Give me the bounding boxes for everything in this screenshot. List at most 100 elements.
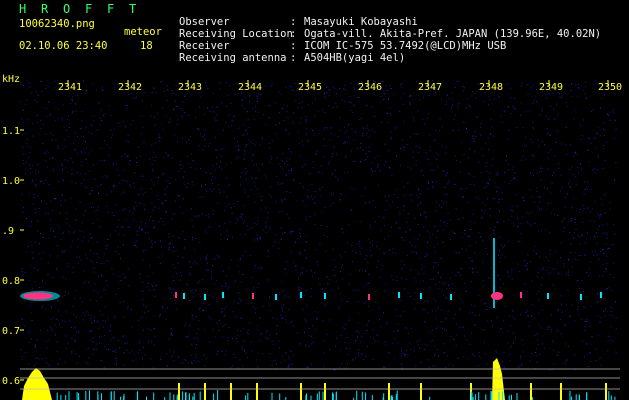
noise-pixel (122, 121, 124, 123)
noise-pixel (265, 124, 267, 125)
noise-pixel (516, 127, 518, 128)
noise-pixel (362, 135, 364, 137)
hist-bar (485, 394, 487, 400)
noise-pixel (97, 210, 99, 211)
noise-pixel (490, 277, 491, 279)
noise-pixel (372, 244, 373, 246)
noise-pixel (466, 98, 468, 100)
noise-pixel (246, 225, 248, 227)
noise-pixel (205, 184, 206, 186)
noise-pixel (445, 101, 447, 103)
noise-pixel (423, 273, 425, 275)
noise-pixel (537, 344, 539, 346)
noise-pixel (206, 190, 208, 192)
noise-pixel (45, 309, 47, 310)
noise-pixel (609, 208, 611, 210)
noise-pixel (511, 210, 513, 212)
noise-pixel (151, 92, 153, 94)
noise-pixel (165, 319, 167, 321)
noise-pixel (208, 214, 210, 216)
noise-pixel (260, 268, 262, 269)
noise-pixel (73, 313, 74, 315)
noise-pixel (311, 335, 313, 337)
noise-pixel (261, 199, 263, 201)
noise-pixel (198, 328, 200, 330)
noise-pixel (613, 109, 615, 110)
noise-pixel (547, 328, 549, 330)
noise-pixel (176, 141, 178, 143)
noise-pixel (85, 159, 87, 161)
noise-pixel (144, 92, 146, 94)
noise-pixel (28, 341, 30, 343)
noise-pixel (93, 320, 95, 322)
noise-pixel (570, 90, 572, 92)
noise-pixel (276, 333, 278, 335)
noise-pixel (615, 317, 617, 319)
noise-pixel (427, 158, 429, 160)
noise-pixel (174, 213, 176, 215)
noise-pixel (35, 170, 37, 172)
noise-pixel (162, 220, 164, 222)
noise-pixel (230, 367, 232, 369)
noise-pixel (541, 309, 543, 311)
noise-pixel (324, 206, 326, 208)
noise-pixel (589, 272, 591, 274)
noise-pixel (256, 238, 258, 239)
noise-pixel (586, 186, 588, 188)
echo-dot (398, 292, 400, 298)
noise-pixel (306, 366, 308, 368)
noise-pixel (299, 343, 301, 345)
noise-pixel (110, 191, 112, 193)
noise-pixel (372, 129, 373, 131)
noise-pixel (609, 315, 611, 317)
noise-pixel (169, 242, 171, 244)
noise-pixel (454, 114, 456, 116)
noise-pixel (464, 335, 466, 337)
noise-pixel (520, 85, 522, 87)
noise-pixel (142, 175, 144, 177)
noise-pixel (22, 147, 24, 148)
noise-pixel (159, 240, 161, 242)
noise-pixel (29, 152, 31, 154)
noise-pixel (145, 305, 147, 307)
noise-pixel (499, 286, 501, 288)
noise-pixel (323, 340, 325, 341)
noise-pixel (216, 149, 218, 151)
noise-pixel (182, 256, 184, 258)
noise-pixel (111, 136, 113, 138)
noise-pixel (257, 286, 258, 288)
noise-pixel (116, 226, 118, 228)
noise-pixel (510, 180, 512, 182)
noise-pixel (417, 110, 419, 112)
hist-bar (65, 395, 67, 400)
noise-pixel (171, 334, 173, 336)
noise-pixel (529, 261, 531, 263)
noise-pixel (54, 333, 56, 335)
noise-pixel (508, 219, 510, 221)
noise-pixel (29, 265, 31, 267)
noise-pixel (301, 141, 303, 142)
noise-pixel (375, 301, 377, 303)
noise-pixel (595, 147, 597, 149)
noise-pixel (295, 242, 296, 244)
noise-pixel (418, 343, 420, 345)
noise-pixel (71, 352, 73, 354)
noise-pixel (465, 187, 467, 189)
noise-pixel (247, 133, 248, 135)
hist-bar (78, 393, 80, 400)
noise-pixel (174, 134, 176, 136)
y-tick-label: 0.7 (2, 326, 20, 337)
noise-pixel (586, 98, 588, 100)
noise-pixel (367, 282, 369, 284)
noise-pixel (216, 119, 218, 121)
noise-pixel (37, 230, 39, 232)
noise-pixel (65, 335, 66, 337)
noise-pixel (75, 110, 77, 112)
noise-pixel (151, 202, 153, 204)
noise-pixel (350, 82, 352, 84)
noise-pixel (199, 133, 201, 135)
noise-pixel (201, 185, 202, 187)
noise-pixel (90, 237, 92, 239)
noise-pixel (513, 224, 515, 226)
noise-pixel (596, 301, 598, 303)
